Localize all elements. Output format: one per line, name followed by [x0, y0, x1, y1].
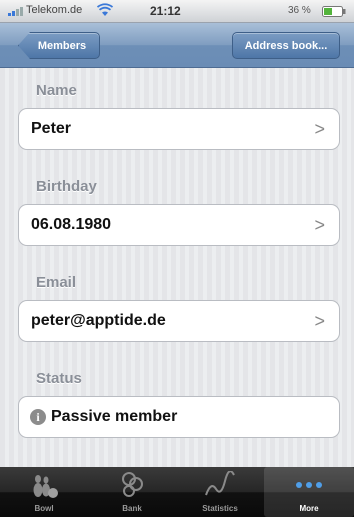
email-label: Email [36, 274, 77, 291]
birthday-value: 06.08.1980 [31, 216, 112, 233]
tab-bar: Bowl Bank Statistics More [0, 467, 354, 517]
tab-label-more: More [299, 504, 319, 513]
birthday-field[interactable]: 06.08.1980 > [18, 204, 340, 246]
signal-strength-icon [8, 7, 23, 16]
status-label: Status [36, 370, 82, 387]
tab-bank[interactable]: Bank [88, 467, 176, 517]
tab-label-bowl: Bowl [34, 504, 54, 513]
back-button[interactable]: Members [18, 32, 100, 59]
status-field[interactable]: i Passive member [18, 396, 340, 438]
bowling-pins-icon [33, 475, 58, 498]
info-icon: i [30, 409, 46, 425]
tab-more[interactable]: More [264, 467, 354, 517]
battery-icon [322, 6, 346, 17]
address-book-button[interactable]: Address book... [232, 32, 340, 59]
email-value: peter@apptide.de [31, 312, 166, 329]
email-field[interactable]: peter@apptide.de > [18, 300, 340, 342]
name-field[interactable]: Peter > [18, 108, 340, 150]
chart-line-icon [205, 471, 235, 496]
member-detail-form: Name Peter > Birthday 06.08.1980 > Email… [0, 68, 354, 467]
name-label: Name [36, 82, 77, 99]
tab-statistics[interactable]: Statistics [176, 467, 264, 517]
coins-icon [122, 472, 143, 497]
status-value: Passive member [51, 408, 178, 425]
tab-bowl[interactable]: Bowl [0, 467, 88, 517]
wifi-icon [97, 3, 113, 16]
chevron-right-icon: > [314, 119, 325, 139]
more-dots-icon [296, 482, 322, 488]
birthday-label: Birthday [36, 178, 97, 195]
chevron-right-icon: > [314, 215, 325, 235]
navigation-bar: Members Address book... [0, 23, 354, 68]
tab-label-bank: Bank [122, 504, 142, 513]
tab-label-statistics: Statistics [202, 504, 238, 513]
app-screen: Telekom.de 21:12 36 % Members Address bo… [0, 0, 354, 517]
clock-time: 21:12 [150, 4, 181, 18]
battery-percentage: 36 % [288, 5, 311, 16]
chevron-right-icon: > [314, 311, 325, 331]
name-value: Peter [31, 120, 72, 137]
status-bar: Telekom.de 21:12 36 % [0, 0, 354, 23]
carrier-name: Telekom.de [26, 4, 83, 16]
